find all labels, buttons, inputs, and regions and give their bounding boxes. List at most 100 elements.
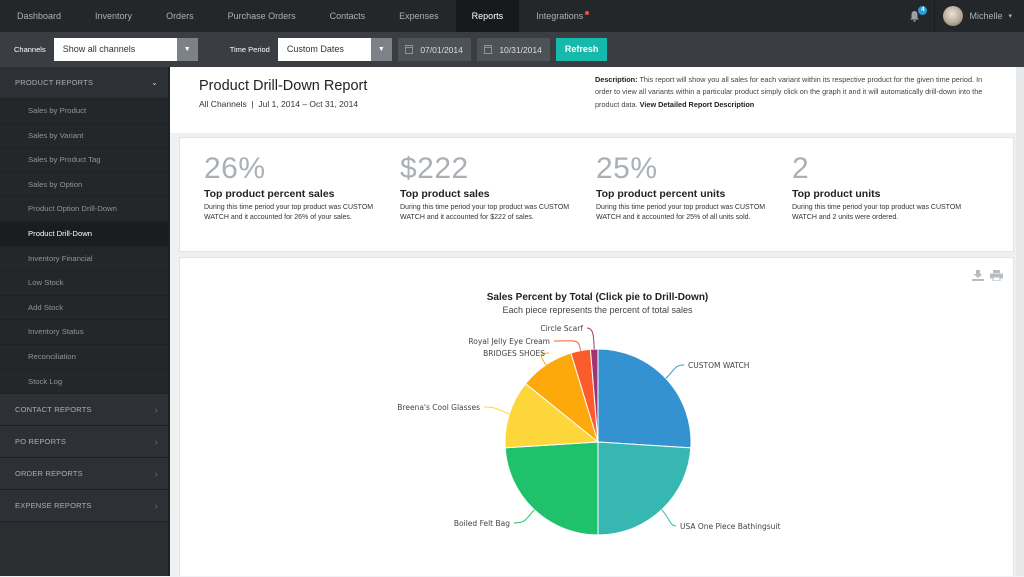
chevron-right-icon: › <box>154 436 158 447</box>
pie-connector <box>483 406 510 415</box>
chevron-right-icon: › <box>154 500 158 511</box>
sidebar-section-label: PRODUCT REPORTS <box>15 78 94 87</box>
chevron-down-icon: ▾ <box>1008 13 1012 20</box>
pie-connector <box>661 509 677 527</box>
sidebar-item-product-option-drill-down[interactable]: Product Option Drill-Down <box>0 197 168 222</box>
sidebar-item-inventory-status[interactable]: Inventory Status <box>0 320 168 345</box>
sidebar-item-sales-by-variant[interactable]: Sales by Variant <box>0 124 168 149</box>
nav-purchase-orders[interactable]: Purchase Orders <box>211 0 313 32</box>
chart-title: Sales Percent by Total (Click pie to Dri… <box>486 292 709 303</box>
view-detailed-description-link[interactable]: View Detailed Report Description <box>640 100 755 109</box>
kpi-top-product-percent-sales: 26% Top product percent sales During thi… <box>204 138 384 224</box>
kpi-text: During this time period your top product… <box>596 204 766 222</box>
end-date-input[interactable]: 10/31/2014 <box>476 38 550 61</box>
report-subtitle: All Channels | Jul 1, 2014 – Oct 31, 201… <box>199 99 359 109</box>
pie-connector <box>553 340 582 351</box>
kpi-top-product-percent-units: 25% Top product percent units During thi… <box>596 138 776 224</box>
kpi-label: Top product percent units <box>596 188 726 200</box>
sidebar-section-contact-reports[interactable]: CONTACT REPORTS › <box>0 394 168 427</box>
sidebar-item-low-stock[interactable]: Low Stock <box>0 271 168 296</box>
pie-slice[interactable] <box>597 441 692 536</box>
kpi-card: 26% Top product percent sales During thi… <box>179 137 1014 252</box>
kpi-value: $222 <box>400 152 469 185</box>
kpi-top-product-units: 2 Top product units During this time per… <box>792 138 972 224</box>
start-date-input[interactable]: 07/01/2014 <box>397 38 471 61</box>
kpi-value: 26% <box>204 152 266 185</box>
notification-count-badge: 4 <box>918 6 928 15</box>
sidebar-section-product-reports[interactable]: PRODUCT REPORTS ⌄ <box>0 67 168 99</box>
print-icon <box>990 270 1003 282</box>
calendar-icon <box>404 45 414 54</box>
pie-label[interactable]: Breena's Cool Glasses <box>397 403 480 412</box>
pie-slice[interactable] <box>597 348 692 449</box>
kpi-label: Top product percent sales <box>204 188 335 200</box>
avatar <box>943 6 964 26</box>
user-menu[interactable]: Michelle ▾ <box>935 6 1024 26</box>
scrollbar-track[interactable] <box>1016 67 1024 576</box>
top-navigation: Dashboard Inventory Orders Purchase Orde… <box>0 0 1024 32</box>
channels-label: Channels <box>14 45 46 54</box>
sidebar-item-sales-by-product-tag[interactable]: Sales by Product Tag <box>0 148 168 173</box>
sidebar-section-order-reports[interactable]: ORDER REPORTS › <box>0 458 168 491</box>
nav-expenses[interactable]: Expenses <box>382 0 456 32</box>
product-reports-list: Sales by Product Sales by Variant Sales … <box>0 99 168 395</box>
chevron-down-icon: ⌄ <box>151 78 158 87</box>
sidebar-item-add-stock[interactable]: Add Stock <box>0 296 168 321</box>
sidebar-section-expense-reports[interactable]: EXPENSE REPORTS › <box>0 490 168 523</box>
refresh-button[interactable]: Refresh <box>555 38 608 61</box>
notification-dot <box>585 11 590 15</box>
channels-select-value: Show all channels <box>62 44 136 54</box>
kpi-value: 2 <box>792 152 810 185</box>
download-icon <box>972 270 984 281</box>
description-label: Description: <box>595 75 638 84</box>
start-date-value: 07/01/2014 <box>420 44 463 55</box>
channels-select[interactable]: Show all channels ▼ <box>53 38 198 61</box>
sidebar-item-inventory-financial[interactable]: Inventory Financial <box>0 247 168 272</box>
time-period-select-value: Custom Dates <box>286 44 344 54</box>
nav-reports[interactable]: Reports <box>455 0 520 32</box>
sidebar-item-stock-log[interactable]: Stock Log <box>0 370 168 395</box>
pie-label[interactable]: Circle Scarf <box>540 324 583 333</box>
sidebar-section-label: EXPENSE REPORTS <box>15 501 92 511</box>
notifications-button[interactable]: 4 <box>894 0 934 32</box>
pie-connector <box>586 327 595 350</box>
nav-orders[interactable]: Orders <box>149 0 211 32</box>
user-name: Michelle <box>969 11 1003 21</box>
pie-slice[interactable] <box>504 441 599 536</box>
sidebar-item-reconciliation[interactable]: Reconciliation <box>0 345 168 370</box>
report-description: Description: This report will show you a… <box>595 74 995 111</box>
end-date-value: 10/31/2014 <box>499 44 542 55</box>
pie-label[interactable]: USA One Piece Bathingsuit <box>680 522 781 531</box>
sidebar-section-label: PO REPORTS <box>15 437 67 447</box>
nav-integrations[interactable]: Integrations <box>519 0 600 32</box>
nav-inventory[interactable]: Inventory <box>78 0 149 32</box>
pie-label[interactable]: Royal Jelly Eye Cream <box>468 337 550 346</box>
sidebar-section-label: CONTACT REPORTS <box>15 405 92 415</box>
nav-contacts[interactable]: Contacts <box>313 0 383 32</box>
kpi-label: Top product units <box>792 188 881 200</box>
filter-bar: Channels Show all channels ▼ Time Period… <box>0 32 1024 67</box>
print-button[interactable] <box>990 268 1003 286</box>
kpi-text: During this time period your top product… <box>400 204 570 222</box>
kpi-text: During this time period your top product… <box>792 204 962 222</box>
calendar-icon <box>483 45 493 54</box>
pie-label[interactable]: CUSTOM WATCH <box>688 361 749 370</box>
sidebar-item-sales-by-option[interactable]: Sales by Option <box>0 173 168 198</box>
sidebar-item-sales-by-product[interactable]: Sales by Product <box>0 99 168 124</box>
time-period-label: Time Period <box>229 45 270 54</box>
sidebar-section-po-reports[interactable]: PO REPORTS › <box>0 426 168 459</box>
report-header: Product Drill-Down Report All Channels |… <box>170 67 1024 133</box>
time-period-select[interactable]: Custom Dates ▼ <box>277 38 392 61</box>
nav-integrations-label: Integrations <box>536 11 584 21</box>
page-title: Product Drill-Down Report <box>199 78 368 94</box>
sidebar-item-product-drill-down[interactable]: Product Drill-Down <box>0 221 168 247</box>
main-content: Product Drill-Down Report All Channels |… <box>170 67 1024 576</box>
kpi-label: Top product sales <box>400 188 490 200</box>
pie-connector <box>665 364 685 379</box>
sidebar: PRODUCT REPORTS ⌄ Sales by Product Sales… <box>0 67 168 576</box>
pie-label[interactable]: Boiled Felt Bag <box>454 519 510 528</box>
pie-label[interactable]: BRIDGES SHOES <box>483 349 545 358</box>
nav-dashboard[interactable]: Dashboard <box>0 0 78 32</box>
download-button[interactable] <box>972 268 984 286</box>
chart-subtitle: Each piece represents the percent of tot… <box>502 305 693 315</box>
